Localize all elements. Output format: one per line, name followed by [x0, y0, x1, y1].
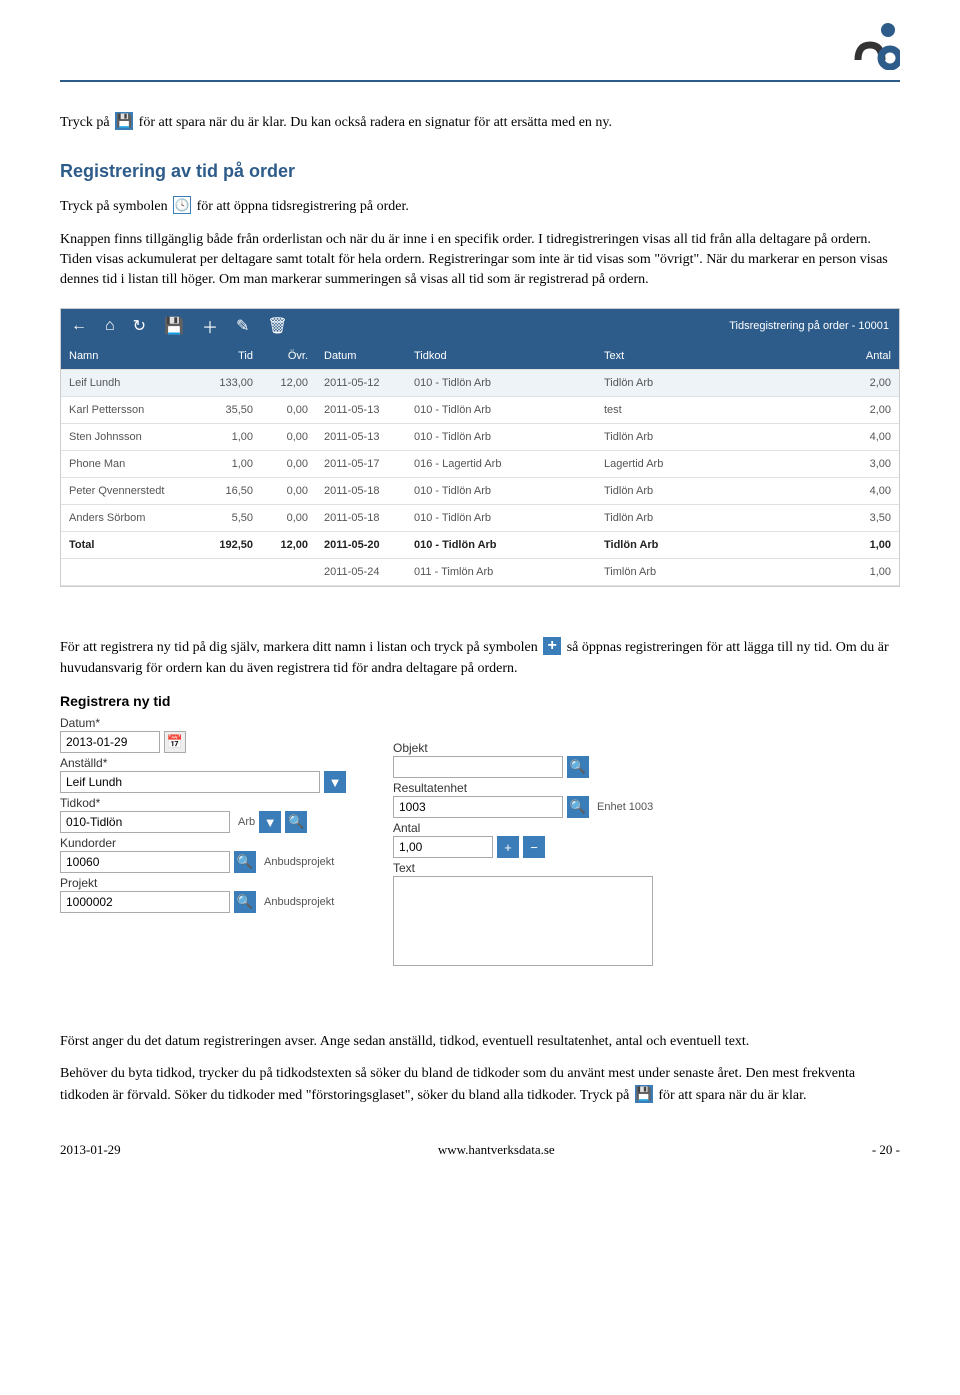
- text-input[interactable]: [393, 876, 653, 966]
- table-row[interactable]: Phone Man1,000,002011-05-17016 - Lagerti…: [61, 451, 899, 478]
- minus-button[interactable]: −: [523, 836, 545, 858]
- search-icon[interactable]: 🔍: [234, 851, 256, 873]
- projekt-anbud: Anbudsprojekt: [264, 896, 334, 908]
- table-toolbar: ← ⌂ ↻ 💾 ＋ ✎ 🗑 Tidsregistrering på order …: [61, 309, 899, 343]
- save-icon: 💾: [635, 1085, 653, 1103]
- search-icon[interactable]: 🔍: [567, 796, 589, 818]
- col-tid: Tid: [201, 343, 261, 369]
- resultatenhet-enhet: Enhet 1003: [597, 801, 653, 813]
- intro-para-2: Tryck på symbolen 🕓 för att öppna tidsre…: [60, 196, 900, 217]
- tidkod-input[interactable]: [60, 811, 230, 833]
- datum-input[interactable]: [60, 731, 160, 753]
- header-rule: [60, 80, 900, 82]
- save-icon[interactable]: 💾: [164, 316, 184, 336]
- col-tidkod: Tidkod: [406, 343, 596, 369]
- col-namn: Namn: [61, 343, 201, 369]
- home-icon[interactable]: ⌂: [105, 317, 115, 335]
- plus-icon: +: [543, 637, 561, 655]
- para-register-new: För att registrera ny tid på dig själv, …: [60, 637, 900, 679]
- para-6: Behöver du byta tidkod, trycker du på ti…: [60, 1064, 900, 1106]
- footer-url: www.hantverksdata.se: [438, 1142, 555, 1158]
- label-projekt: Projekt: [60, 876, 367, 890]
- objekt-input[interactable]: [393, 756, 563, 778]
- table-header-row: Namn Tid Övr. Datum Tidkod Text Antal: [61, 343, 899, 370]
- plus-button[interactable]: +: [497, 836, 519, 858]
- label-kundorder: Kundorder: [60, 836, 367, 850]
- page-footer: 2013-01-29 www.hantverksdata.se - 20 -: [60, 1136, 900, 1158]
- label-antal: Antal: [393, 821, 700, 835]
- projekt-input[interactable]: [60, 891, 230, 913]
- kundorder-input[interactable]: [60, 851, 230, 873]
- back-icon[interactable]: ←: [71, 317, 87, 335]
- col-antal: Antal: [839, 343, 899, 369]
- dropdown-icon[interactable]: ▼: [259, 811, 281, 833]
- search-icon[interactable]: 🔍: [567, 756, 589, 778]
- label-tidkod: Tidkod*: [60, 796, 367, 810]
- label-text: Text: [393, 861, 700, 875]
- table-row[interactable]: Karl Pettersson35,500,002011-05-13010 - …: [61, 397, 899, 424]
- delete-icon[interactable]: 🗑: [267, 316, 287, 336]
- para-5: Först anger du det datum registreringen …: [60, 1032, 900, 1052]
- kundorder-anbud: Anbudsprojekt: [264, 856, 334, 868]
- antal-input[interactable]: [393, 836, 493, 858]
- footer-date: 2013-01-29: [60, 1142, 121, 1158]
- label-datum: Datum*: [60, 716, 367, 730]
- time-table: ← ⌂ ↻ 💾 ＋ ✎ 🗑 Tidsregistrering på order …: [60, 308, 900, 587]
- table-title: Tidsregistrering på order - 10001: [729, 320, 889, 332]
- intro-para-3: Knappen finns tillgänglig både från orde…: [60, 230, 900, 291]
- anstalld-input[interactable]: [60, 771, 320, 793]
- heading-time-register: Registrering av tid på order: [60, 161, 900, 182]
- register-form: Registrera ny tid Datum* 📅 Anställd* ▼ T…: [60, 693, 700, 972]
- edit-icon[interactable]: ✎: [236, 316, 249, 336]
- table-row[interactable]: Peter Qvennerstedt16,500,002011-05-18010…: [61, 478, 899, 505]
- resultatenhet-input[interactable]: [393, 796, 563, 818]
- col-ovr: Övr.: [261, 343, 316, 369]
- col-text: Text: [596, 343, 839, 369]
- label-resultatenhet: Resultatenhet: [393, 781, 700, 795]
- col-datum: Datum: [316, 343, 406, 369]
- search-icon[interactable]: 🔍: [285, 811, 307, 833]
- search-icon[interactable]: 🔍: [234, 891, 256, 913]
- brand-logo: [850, 20, 900, 70]
- tidkod-arb: Arb: [238, 816, 255, 828]
- refresh-icon[interactable]: ↻: [133, 316, 146, 336]
- table-row[interactable]: Leif Lundh133,0012,002011-05-12010 - Tid…: [61, 370, 899, 397]
- table-row[interactable]: Sten Johnsson1,000,002011-05-13010 - Tid…: [61, 424, 899, 451]
- clock-icon: 🕓: [173, 196, 191, 214]
- save-icon: 💾: [115, 112, 133, 130]
- calendar-icon[interactable]: 📅: [164, 731, 186, 753]
- table-row[interactable]: Total192,5012,002011-05-20010 - Tidlön A…: [61, 532, 899, 559]
- label-objekt: Objekt: [393, 741, 700, 755]
- form-title: Registrera ny tid: [60, 693, 700, 709]
- table-row[interactable]: 2011-05-24011 - Timlön ArbTimlön Arb1,00: [61, 559, 899, 586]
- dropdown-icon[interactable]: ▼: [324, 771, 346, 793]
- footer-page: - 20 -: [872, 1142, 900, 1158]
- label-anstalld: Anställd*: [60, 756, 367, 770]
- add-icon[interactable]: ＋: [202, 314, 218, 338]
- intro-para-1: Tryck på 💾 för att spara när du är klar.…: [60, 112, 900, 133]
- table-row[interactable]: Anders Sörbom5,500,002011-05-18010 - Tid…: [61, 505, 899, 532]
